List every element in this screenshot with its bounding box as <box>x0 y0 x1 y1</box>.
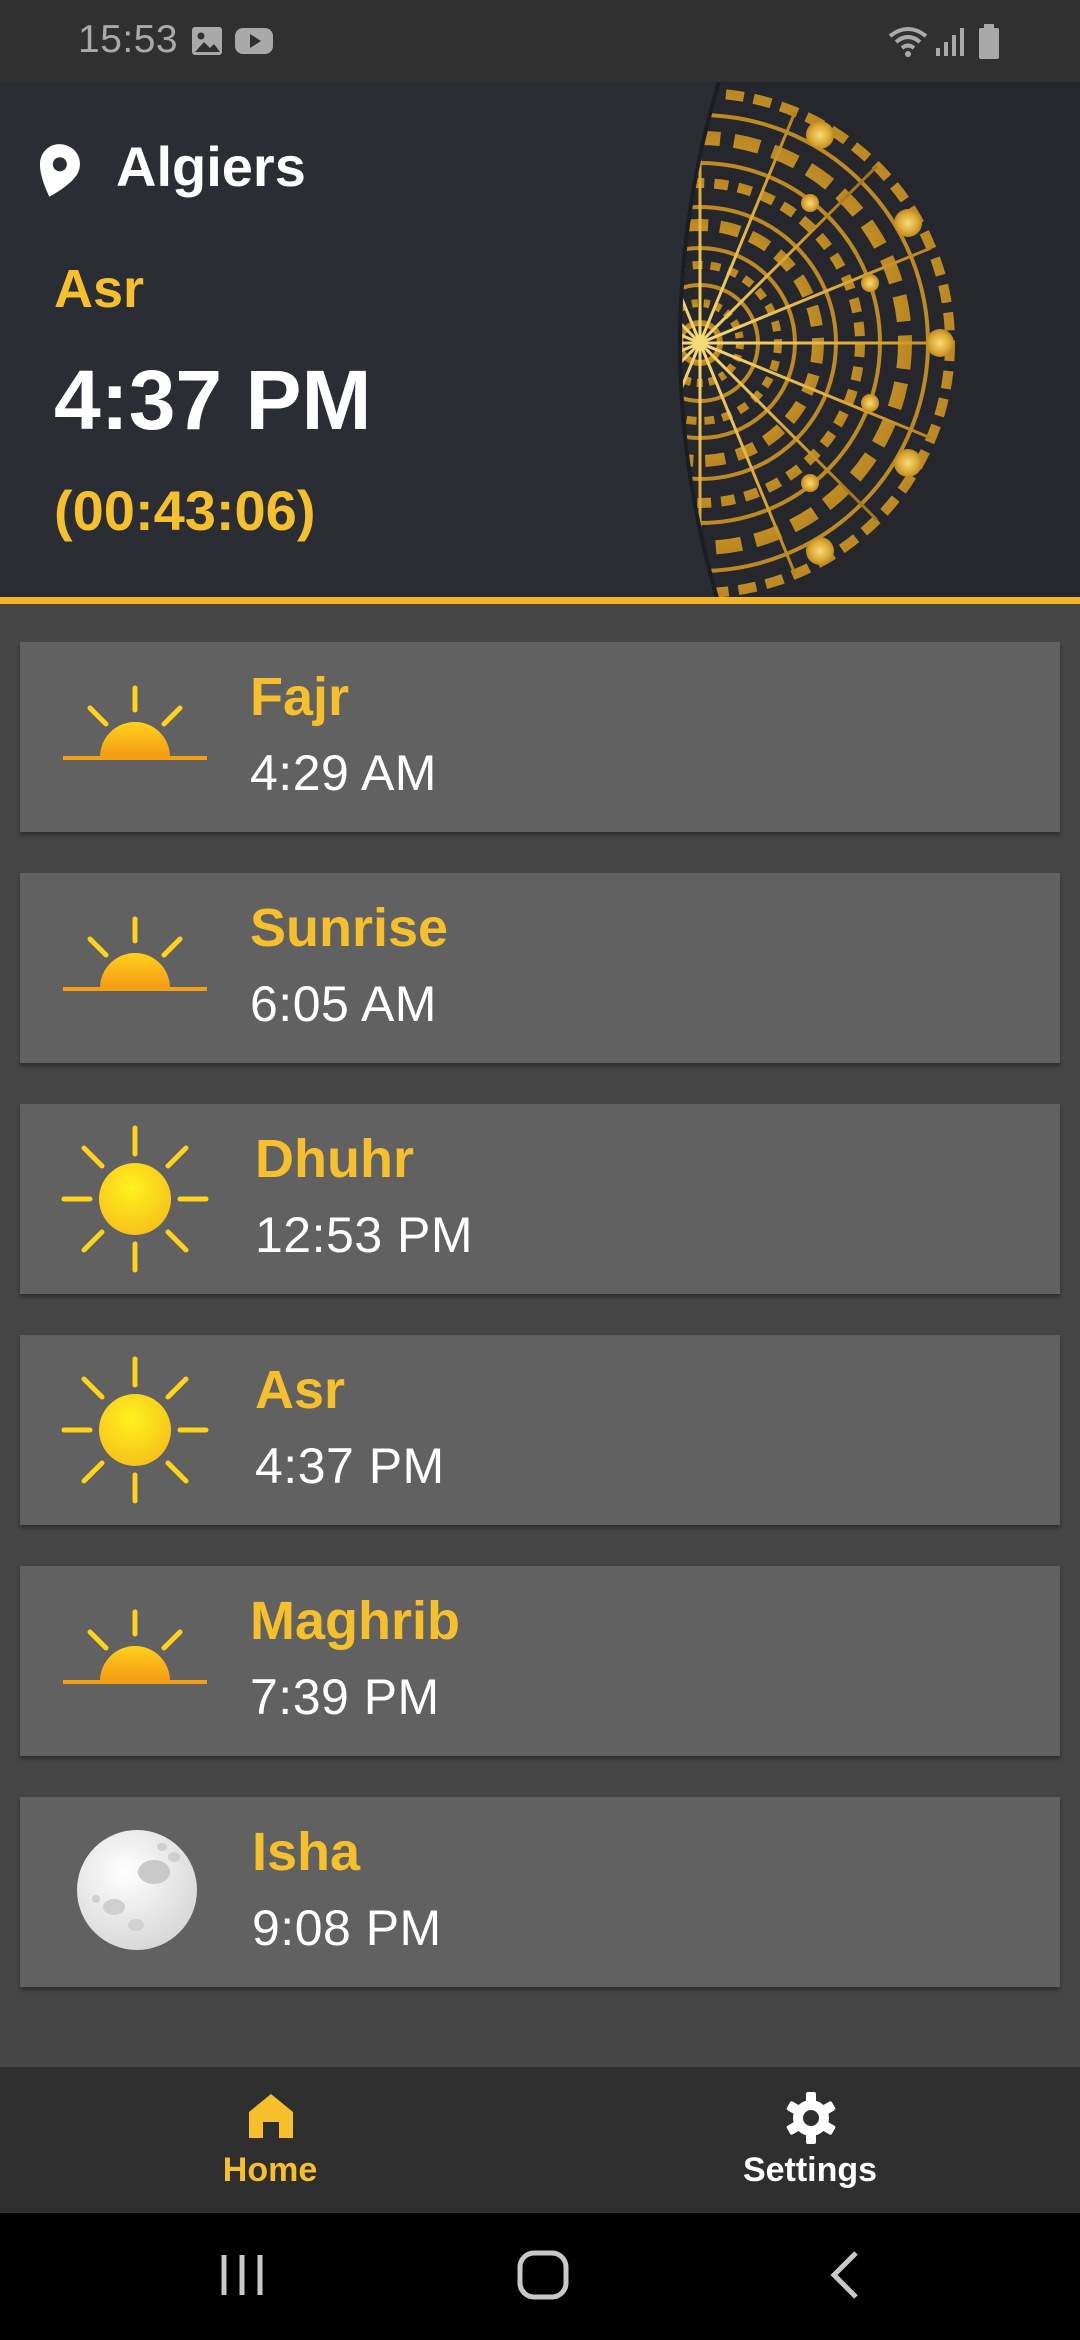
prayer-card-fajr[interactable]: Fajr 4:29 AM <box>20 642 1060 832</box>
prayer-card-asr[interactable]: Asr 4:37 PM <box>20 1335 1060 1525</box>
bottom-navigation: Home Settings <box>0 2067 1080 2213</box>
prayer-time: 6:05 AM <box>250 976 437 1032</box>
battery-icon <box>979 24 999 59</box>
nav-home[interactable]: Home <box>0 2067 540 2213</box>
sunset-icon <box>63 1609 207 1684</box>
youtube-icon <box>235 28 273 54</box>
location-pin-icon[interactable] <box>34 142 82 200</box>
status-bar: 15:53 <box>0 0 1080 82</box>
sunrise-icon <box>63 916 207 991</box>
nav-home-label: Home <box>222 2151 318 2189</box>
city-name[interactable]: Algiers <box>116 134 306 199</box>
mandala-decoration <box>678 82 1080 597</box>
countdown-timer: (00:43:06) <box>54 479 316 542</box>
recent-apps-icon[interactable] <box>216 2245 268 2305</box>
prayer-time: 4:29 AM <box>250 745 437 801</box>
current-prayer-name: Asr <box>54 259 145 319</box>
back-icon[interactable] <box>820 2245 870 2305</box>
home-icon <box>249 2094 293 2138</box>
sunrise-icon <box>63 685 207 760</box>
sun-icon <box>61 1125 209 1273</box>
prayer-name: Asr <box>255 1360 346 1420</box>
home-button-icon[interactable] <box>514 2245 574 2305</box>
nav-settings-label: Settings <box>742 2151 878 2189</box>
prayer-time: 4:37 PM <box>255 1438 445 1494</box>
prayer-name: Dhuhr <box>255 1129 414 1189</box>
prayer-card-isha[interactable]: Isha 9:08 PM <box>20 1797 1060 1987</box>
current-prayer-header: Algiers Asr 4:37 PM (00:43:06) <box>0 82 1080 604</box>
sun-icon <box>61 1356 209 1504</box>
prayer-name: Sunrise <box>250 898 449 958</box>
wifi-icon <box>888 27 928 57</box>
prayer-name: Maghrib <box>250 1591 460 1651</box>
current-prayer-time: 4:37 PM <box>54 353 372 447</box>
prayer-card-sunrise[interactable]: Sunrise 6:05 AM <box>20 873 1060 1063</box>
prayer-time: 12:53 PM <box>255 1207 474 1263</box>
image-icon <box>192 27 222 55</box>
prayer-name: Fajr <box>250 667 350 727</box>
prayer-time: 7:39 PM <box>250 1669 440 1725</box>
prayer-time: 9:08 PM <box>252 1900 442 1956</box>
signal-icon <box>936 28 964 56</box>
nav-settings[interactable]: Settings <box>540 2067 1080 2213</box>
status-time: 15:53 <box>78 18 179 61</box>
gear-icon <box>786 2092 836 2144</box>
prayer-card-maghrib[interactable]: Maghrib 7:39 PM <box>20 1566 1060 1756</box>
moon-icon <box>77 1830 197 1950</box>
system-navigation-bar <box>0 2213 1080 2340</box>
prayer-card-dhuhr[interactable]: Dhuhr 12:53 PM <box>20 1104 1060 1294</box>
prayer-name: Isha <box>252 1822 361 1882</box>
